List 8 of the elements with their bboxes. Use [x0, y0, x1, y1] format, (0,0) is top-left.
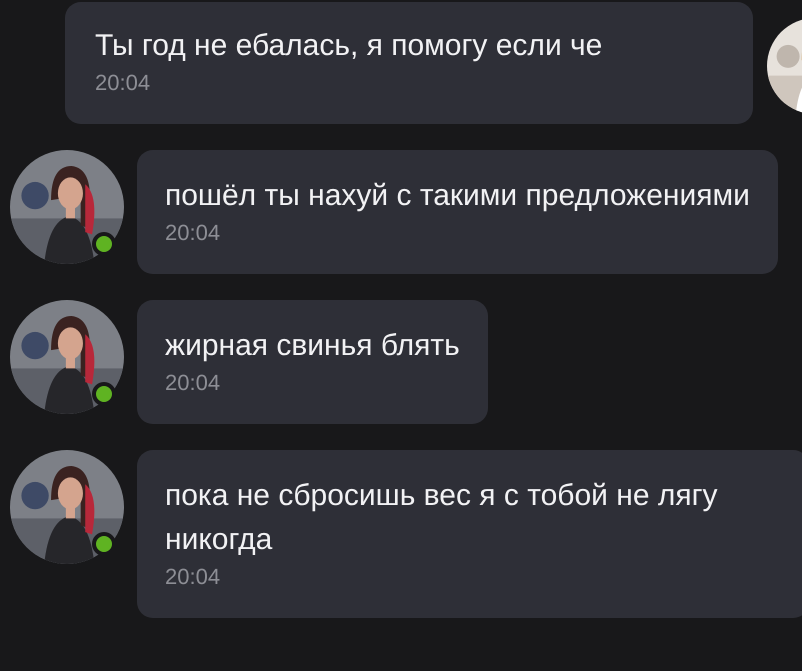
message-text: Ты год не ебалась, я помогу если че: [95, 28, 604, 64]
message-text: жирная свинья блять: [165, 328, 460, 364]
message-text: пока не сбросишь вес я с тобой не лягу никогда: [165, 478, 719, 558]
message-time: 20:04: [95, 69, 152, 97]
message-time: 20:04: [165, 219, 222, 247]
message-text: пошёл ты нахуй с такими предложениями: [165, 178, 750, 214]
message-time: 20:04: [165, 563, 222, 591]
message-time: 20:04: [165, 369, 222, 397]
